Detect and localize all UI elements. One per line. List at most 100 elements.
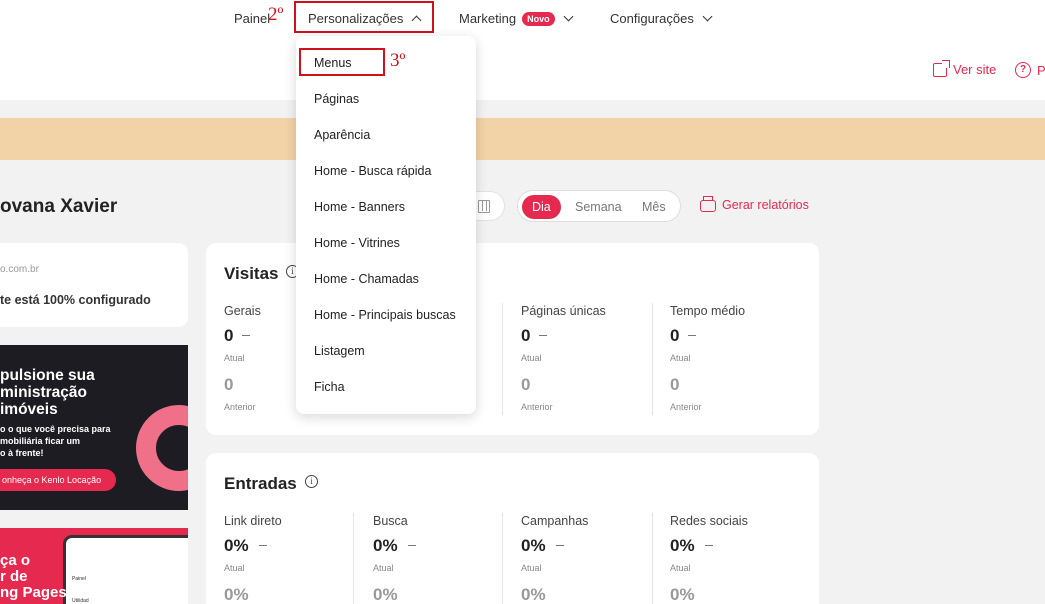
metric-label: Campanhas: [521, 514, 589, 528]
external-link-icon: [933, 59, 950, 77]
menu-item-paginas[interactable]: Páginas: [314, 92, 359, 106]
menu-item-home-principais-buscas[interactable]: Home - Principais buscas: [314, 308, 456, 322]
metric-previous: 0: [521, 375, 531, 394]
metric-caption: Atual: [224, 563, 245, 573]
metric-caption: Atual: [521, 563, 542, 573]
metric-busca: Busca 0% Atual 0%: [373, 514, 521, 604]
metric-value: 0: [670, 326, 680, 345]
annotation-step-2: 2º: [268, 4, 284, 25]
metric-value: 0%: [670, 536, 695, 555]
site-status-card: o.com.br te está 100% configurado: [0, 243, 188, 327]
metric-previous: 0: [224, 375, 234, 394]
promo2-title: ça o r de ng Pages: [0, 552, 67, 601]
metric-caption: Atual: [670, 563, 691, 573]
metric-caption: Atual: [373, 563, 394, 573]
map-icon[interactable]: [478, 200, 490, 213]
metric-campanhas: Campanhas 0% Atual 0%: [521, 514, 669, 604]
help-label: P: [1037, 62, 1045, 78]
entries-title: Entradas: [224, 474, 297, 493]
decorative-ring: [136, 405, 188, 491]
metric-label: Redes sociais: [670, 514, 748, 528]
menu-item-home-chamadas[interactable]: Home - Chamadas: [314, 272, 419, 286]
menu-item-aparencia[interactable]: Aparência: [314, 128, 370, 142]
menu-item-ficha[interactable]: Ficha: [314, 380, 345, 394]
metric-value: 0: [521, 326, 531, 345]
menu-item-home-banners[interactable]: Home - Banners: [314, 200, 405, 214]
nav-painel-label: Painel: [234, 11, 271, 26]
divider: [502, 303, 503, 415]
greeting-title: ovana Xavier: [0, 196, 118, 217]
metric-value: 0%: [521, 536, 546, 555]
annotation-highlight-menus: [299, 48, 385, 76]
metric-redes-sociais: Redes sociais 0% Atual 0%: [670, 514, 818, 604]
help-icon: ?: [1015, 62, 1031, 78]
chevron-down-icon: [702, 11, 713, 22]
divider: [353, 513, 354, 604]
site-status-text: te está 100% configurado: [0, 293, 151, 307]
menu-item-listagem[interactable]: Listagem: [314, 344, 365, 358]
period-option-semana[interactable]: Semana: [575, 197, 622, 217]
trend-dash-icon: [408, 545, 416, 547]
trend-dash-icon: [539, 335, 547, 337]
metric-caption: Atual: [521, 353, 542, 363]
metric-label: Páginas únicas: [521, 304, 606, 318]
printer-icon: [700, 196, 716, 212]
metric-previous: 0%: [373, 585, 398, 604]
info-icon[interactable]: i: [305, 475, 318, 488]
mini-label-utilidad: Utilidad: [72, 598, 89, 604]
period-toggle: Dia Semana Mês: [517, 190, 681, 222]
generate-reports-button[interactable]: Gerar relatórios: [700, 196, 809, 212]
metric-previous: 0: [670, 375, 680, 394]
visits-title: Visitas: [224, 264, 279, 283]
view-site-label: Ver site: [953, 62, 997, 77]
metric-link-direto: Link direto 0% Atual 0%: [224, 514, 372, 604]
metric-label: Link direto: [224, 514, 282, 528]
metric-previous: 0%: [521, 585, 546, 604]
metric-caption: Atual: [670, 353, 691, 363]
metric-value: 0%: [224, 536, 249, 555]
metric-previous-caption: Anterior: [224, 402, 256, 412]
metric-label: Busca: [373, 514, 408, 528]
period-option-mes[interactable]: Mês: [642, 197, 666, 217]
trend-dash-icon: [705, 545, 713, 547]
metric-previous-caption: Anterior: [670, 402, 702, 412]
promo-banner-landing-pages[interactable]: Painel Utilidad ça o r de ng Pages: [0, 528, 188, 604]
nav-marketing[interactable]: Marketing Novo: [459, 11, 574, 26]
divider: [652, 513, 653, 604]
divider: [502, 513, 503, 604]
metric-paginas-unicas: Páginas únicas 0 Atual 0 Anterior: [521, 304, 669, 414]
metric-caption: Atual: [224, 353, 245, 363]
menu-item-home-vitrines[interactable]: Home - Vitrines: [314, 236, 400, 250]
metric-value: 0%: [373, 536, 398, 555]
trend-dash-icon: [242, 335, 250, 337]
site-domain: o.com.br: [0, 264, 39, 275]
nav-configuracoes-label: Configurações: [610, 11, 694, 26]
nav-marketing-label: Marketing: [459, 11, 517, 26]
view-site-link[interactable]: Ver site: [933, 59, 997, 77]
entries-card: Entradas i Link direto 0% Atual 0% Busca…: [206, 453, 819, 604]
metric-previous: 0%: [224, 585, 249, 604]
annotation-highlight-personalizacoes: [294, 1, 434, 33]
nav-painel[interactable]: Painel: [234, 11, 270, 26]
nav-configuracoes[interactable]: Configurações: [610, 11, 713, 26]
annotation-step-3: 3º: [390, 50, 406, 71]
help-link[interactable]: ? P: [1015, 62, 1045, 78]
notice-banner: [0, 118, 1045, 160]
new-badge: Novo: [522, 11, 555, 26]
promo-subtitle: o o que você precisa para mobiliária fic…: [0, 424, 111, 458]
metric-label: Tempo médio: [670, 304, 746, 318]
promo-title: pulsione sua ministração imóveis: [0, 367, 95, 418]
app-screenshot-image: Painel Utilidad: [66, 538, 188, 604]
personalizacoes-dropdown: Menus Páginas Aparência Home - Busca ráp…: [296, 36, 476, 414]
mini-label-painel: Painel: [72, 576, 86, 582]
metric-value: 0: [224, 326, 234, 345]
promo-cta-button[interactable]: onheça o Kenlo Locação: [0, 469, 116, 491]
top-header: Painel 2º Personalizações Marketing Novo…: [0, 0, 1045, 100]
metric-previous: 0%: [670, 585, 695, 604]
trend-dash-icon: [556, 545, 564, 547]
metric-previous-caption: Anterior: [521, 402, 553, 412]
menu-item-home-busca-rapida[interactable]: Home - Busca rápida: [314, 164, 431, 178]
promo-banner-locacao[interactable]: pulsione sua ministração imóveis o o que…: [0, 345, 188, 510]
divider: [652, 303, 653, 415]
period-option-dia[interactable]: Dia: [522, 195, 561, 219]
